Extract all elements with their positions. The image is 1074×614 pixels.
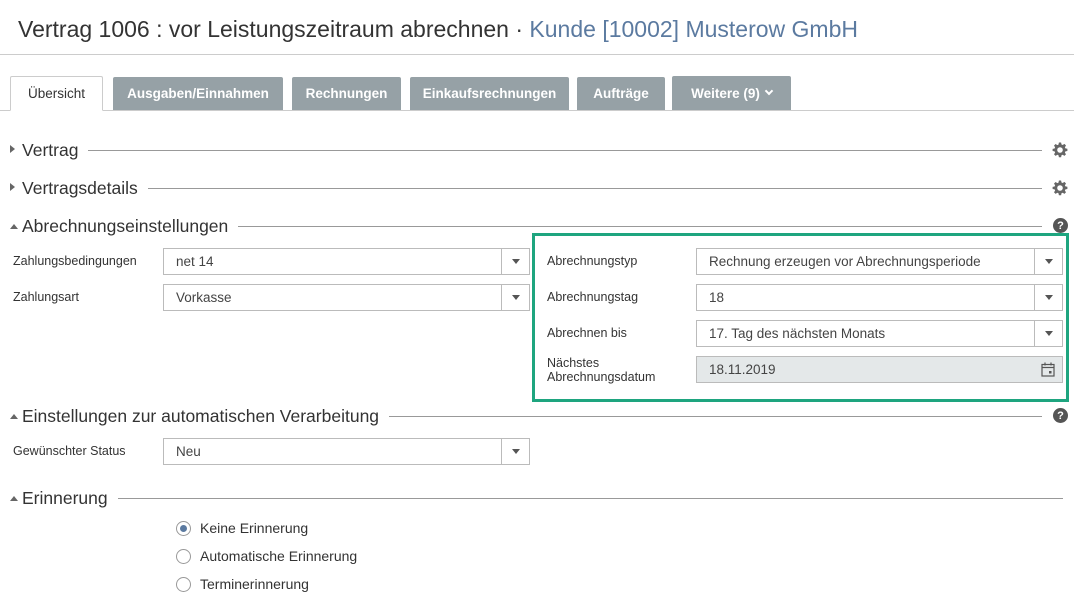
radio-automatische-erinnerung[interactable]: Automatische Erinnerung xyxy=(176,548,357,564)
zahlungsart-label: Zahlungsart xyxy=(13,290,80,304)
dropdown-caret-icon[interactable] xyxy=(501,439,529,464)
radio-label: Keine Erinnerung xyxy=(200,520,309,536)
section-divider xyxy=(147,187,1042,189)
section-title: Abrechnungseinstellungen xyxy=(22,215,239,237)
calendar-icon[interactable] xyxy=(1041,362,1055,377)
select-value: 18 xyxy=(709,290,725,305)
gewuenschter-status-select[interactable]: Neu xyxy=(163,438,530,465)
section-vertragsdetails[interactable]: Vertragsdetails xyxy=(10,177,1042,199)
title-separator: · xyxy=(515,16,524,42)
select-value: Vorkasse xyxy=(176,290,232,305)
dropdown-caret-icon[interactable] xyxy=(1034,249,1062,274)
abrechnungstag-label: Abrechnungstag xyxy=(547,290,639,304)
tab-einkaufsrechnungen[interactable]: Einkaufsrechnungen xyxy=(410,77,569,110)
help-icon[interactable]: ? xyxy=(1053,218,1068,233)
date-value: 18.11.2019 xyxy=(709,362,776,377)
section-divider xyxy=(88,149,1042,151)
dropdown-caret-icon[interactable] xyxy=(1034,285,1062,310)
select-value: net 14 xyxy=(176,254,214,269)
section-erinnerung[interactable]: Erinnerung xyxy=(10,487,1063,509)
section-title: Vertrag xyxy=(22,139,89,161)
zahlungsbedingungen-select[interactable]: net 14 xyxy=(163,248,530,275)
abrechnungstyp-label: Abrechnungstyp xyxy=(547,254,638,268)
section-title: Vertragsdetails xyxy=(22,177,148,199)
section-divider xyxy=(238,225,1042,227)
tab-auftraege[interactable]: Aufträge xyxy=(577,77,665,110)
select-value: 17. Tag des nächsten Monats xyxy=(709,326,886,341)
naechstes-abrechnungsdatum-field: 18.11.2019 xyxy=(696,356,1063,383)
abrechnen-bis-label: Abrechnen bis xyxy=(547,326,627,340)
collapse-arrow-icon xyxy=(10,221,22,231)
gear-icon[interactable] xyxy=(1052,142,1068,158)
tab-rechnungen[interactable]: Rechnungen xyxy=(292,77,401,110)
gewuenschter-status-label: Gewünschter Status xyxy=(13,444,126,458)
dropdown-caret-icon[interactable] xyxy=(501,249,529,274)
section-divider xyxy=(117,497,1063,499)
help-icon[interactable]: ? xyxy=(1053,408,1068,423)
radio-button[interactable] xyxy=(176,520,191,536)
customer-link[interactable]: Kunde [10002] Musterow GmbH xyxy=(529,16,858,42)
abrechnungstyp-select[interactable]: Rechnung erzeugen vor Abrechnungsperiode xyxy=(696,248,1063,275)
abrechnen-bis-select[interactable]: 17. Tag des nächsten Monats xyxy=(696,320,1063,347)
collapse-arrow-icon xyxy=(10,411,22,421)
section-divider xyxy=(389,415,1042,417)
section-title: Einstellungen zur automatischen Verarbei… xyxy=(22,405,390,427)
section-title: Erinnerung xyxy=(22,487,118,509)
radio-button[interactable] xyxy=(176,548,191,564)
dropdown-caret-icon[interactable] xyxy=(501,285,529,310)
contract-title: Vertrag 1006 : vor Leistungszeitraum abr… xyxy=(18,16,509,42)
gear-icon[interactable] xyxy=(1052,180,1068,196)
radio-label: Terminerinnerung xyxy=(200,576,309,592)
abrechnungstag-select[interactable]: 18 xyxy=(696,284,1063,311)
tab-ausgaben-einnahmen[interactable]: Ausgaben/Einnahmen xyxy=(113,77,283,110)
tab-uebersicht[interactable]: Übersicht xyxy=(10,76,103,111)
radio-button[interactable] xyxy=(176,576,191,592)
label-line: Nächstes xyxy=(547,356,600,370)
select-value: Neu xyxy=(176,444,201,459)
radio-keine-erinnerung[interactable]: Keine Erinnerung xyxy=(176,520,308,536)
label-line: Abrechnungsdatum xyxy=(547,370,656,384)
tab-weitere[interactable]: Weitere (9) xyxy=(672,76,791,110)
section-vertrag[interactable]: Vertrag xyxy=(10,139,1042,161)
expand-arrow-icon xyxy=(10,183,22,193)
tab-weitere-label: Weitere (9) xyxy=(691,85,760,101)
zahlungsbedingungen-label: Zahlungsbedingungen xyxy=(13,254,137,268)
section-automatische-verarbeitung[interactable]: Einstellungen zur automatischen Verarbei… xyxy=(10,405,1042,427)
tabs-divider xyxy=(0,110,1074,111)
select-value: Rechnung erzeugen vor Abrechnungsperiode xyxy=(709,254,981,269)
expand-arrow-icon xyxy=(10,145,22,155)
radio-label: Automatische Erinnerung xyxy=(200,548,358,564)
collapse-arrow-icon xyxy=(10,493,22,503)
dropdown-caret-icon[interactable] xyxy=(1034,321,1062,346)
title-divider xyxy=(0,54,1074,55)
chevron-down-icon xyxy=(764,86,774,96)
naechstes-abrechnungsdatum-label: Nächstes Abrechnungsdatum xyxy=(547,356,655,384)
page-title: Vertrag 1006 : vor Leistungszeitraum abr… xyxy=(18,16,858,43)
radio-terminerinnerung[interactable]: Terminerinnerung xyxy=(176,576,309,592)
zahlungsart-select[interactable]: Vorkasse xyxy=(163,284,530,311)
